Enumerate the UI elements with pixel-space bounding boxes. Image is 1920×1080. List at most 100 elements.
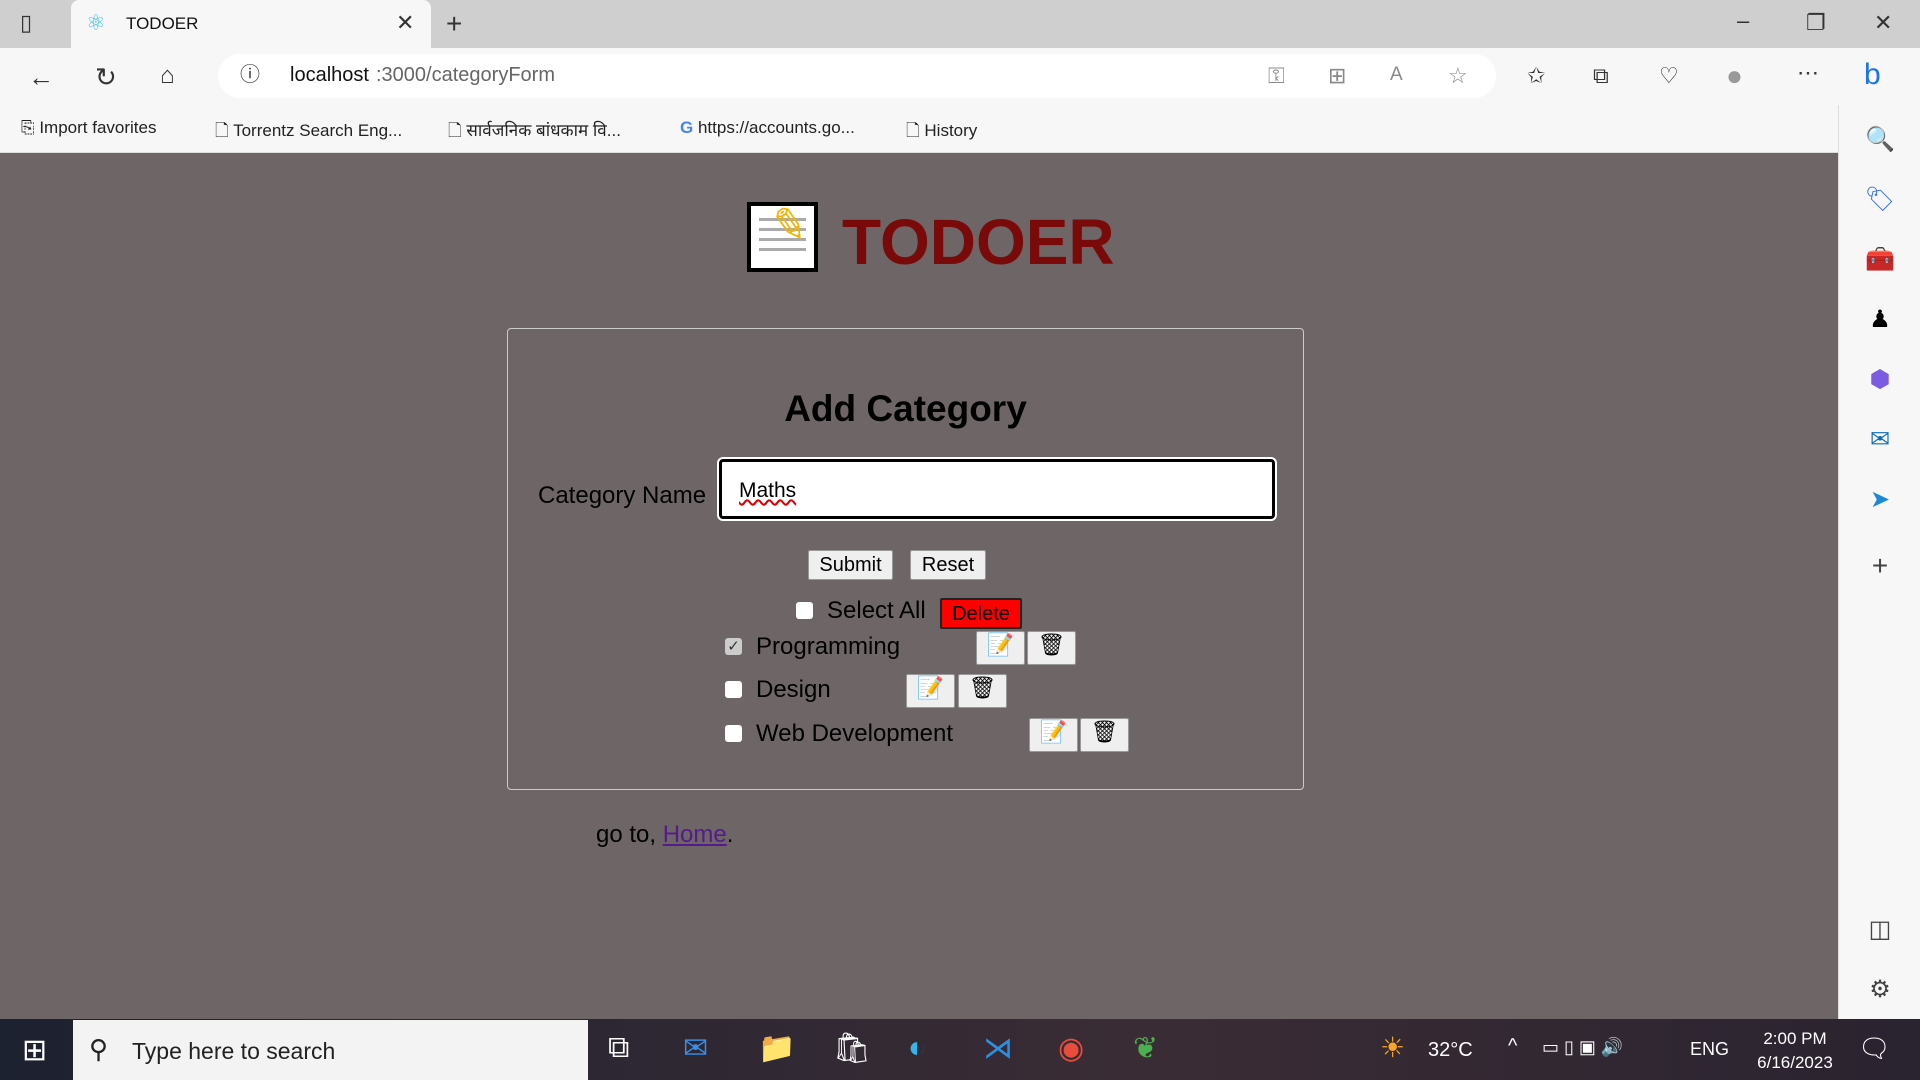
delete-selected-button[interactable]: Delete [940,598,1022,629]
clock[interactable]: 2:00 PM 6/16/2023 [1755,1027,1835,1075]
category-checkbox-web-development[interactable] [725,725,742,742]
trash-icon: 🗑 [968,675,997,700]
collections-icon[interactable]: ⧉ [1593,65,1609,87]
bookmark-history[interactable]: 🗋 History [906,118,977,147]
footer-prefix: go to, [596,821,663,848]
footer-nav: go to, Home. [596,821,733,849]
category-checkbox-design[interactable] [725,681,742,698]
category-name-label: Category Name [538,482,707,509]
select-all-checkbox[interactable] [796,602,813,619]
form-title: Add Category [784,388,1027,429]
edit-button[interactable]: 📝 [906,674,955,708]
office-icon[interactable]: ⬢ [1839,365,1920,394]
bookmark-label: https://accounts.go... [697,118,855,137]
task-view-icon[interactable]: ⧉ [608,1031,629,1065]
minimize-icon[interactable]: – [1737,10,1749,32]
bookmarks-bar: ⎘ Import favorites 🗋 Torrentz Search Eng… [0,105,1838,153]
bookmark-label: Import favorites [39,118,157,137]
tray-icons[interactable]: ▭ ▯ ▣ 🔊 [1542,1037,1623,1058]
new-tab-icon[interactable]: + [446,10,462,38]
bookmark-label: Torrentz Search Eng... [233,121,403,140]
microsoft-store-icon[interactable]: 🛍 [833,1031,871,1066]
more-icon[interactable]: ⋯ [1797,62,1819,84]
trash-icon: 🗑 [1037,632,1066,657]
read-aloud-icon[interactable]: A [1390,65,1403,84]
bookmark-google-accounts[interactable]: G https://accounts.go... [680,118,855,138]
category-name: Design [756,676,831,703]
edit-button[interactable]: 📝 [976,631,1025,665]
date: 6/16/2023 [1757,1053,1833,1072]
edge-icon[interactable]: ◐ [908,1031,926,1065]
edge-sidebar: 🔍 🏷 🧰 ♟ ⬢ ✉ ➤ + ◫ ⚙ [1838,105,1920,1019]
address-bar[interactable]: ⓘ localhost :3000/categoryForm ⚿ ⊞ A ☆ [218,54,1496,98]
trash-button[interactable]: 🗑 [1027,631,1076,665]
select-all-label: Select All [827,597,926,624]
home-link[interactable]: Home [663,821,727,848]
bookmark-label: सार्वजनिक बांधकाम वि... [466,121,621,140]
tray-chevron-icon[interactable]: ^ [1508,1035,1517,1058]
trash-button[interactable]: 🗑 [958,674,1007,708]
bookmark-torrentz[interactable]: 🗋 Torrentz Search Eng... [215,118,402,147]
chrome-icon[interactable]: ◉ [1058,1031,1084,1066]
vscode-icon[interactable]: ⋊ [983,1031,1013,1066]
back-icon[interactable]: ← [28,64,54,90]
category-name: Web Development [756,720,953,747]
notifications-icon[interactable]: 🗨 [1858,1033,1891,1064]
trash-button[interactable]: 🗑 [1080,718,1129,752]
key-icon[interactable]: ⚿ [1268,65,1285,87]
temperature: 32°C [1428,1039,1473,1061]
split-pane-icon[interactable]: ◫ [1839,915,1920,944]
shopping-tag-icon[interactable]: 🏷 [1839,185,1920,214]
category-name-input[interactable]: Maths [717,457,1277,521]
weather-icon[interactable]: ☀ [1380,1031,1405,1064]
url-host: localhost [290,64,369,86]
time: 2:00 PM [1763,1029,1827,1048]
category-checkbox-programming[interactable]: ✓ [725,638,742,655]
apps-icon[interactable]: ⊞ [1328,65,1346,87]
profile-avatar-icon[interactable]: ● [1726,62,1743,90]
search-placeholder: Type here to search [132,1038,336,1064]
add-icon[interactable]: + [1839,550,1920,582]
settings-gear-icon[interactable]: ⚙ [1839,975,1920,1004]
language-indicator[interactable]: ENG [1690,1039,1729,1060]
tools-icon[interactable]: 🧰 [1839,245,1920,274]
close-window-icon[interactable]: ✕ [1874,12,1892,34]
home-icon[interactable]: ⌂ [160,64,175,88]
send-icon[interactable]: ➤ [1839,485,1920,514]
tab-actions-icon[interactable]: ▯ [20,12,32,34]
taskbar: ⊞ ⚲ Type here to search ⧉ ✉ 📁 🛍 ◐ ⋊ ◉ ❦ … [0,1019,1920,1080]
mail-icon[interactable]: ✉ [683,1031,708,1066]
reset-button[interactable]: Reset [910,550,986,580]
mongodb-compass-icon[interactable]: ❦ [1133,1031,1158,1066]
games-icon[interactable]: ♟ [1839,305,1920,334]
outlook-icon[interactable]: ✉ [1839,425,1920,454]
favorite-star-icon[interactable]: ☆ [1448,65,1468,87]
info-icon[interactable]: ⓘ [240,65,260,85]
submit-button[interactable]: Submit [808,550,893,580]
edit-icon: 📝 [916,675,945,700]
edit-icon: 📝 [1039,719,1068,744]
trash-icon: 🗑 [1090,719,1119,744]
category-name: Programming [756,633,901,660]
health-icon[interactable]: ♡ [1659,65,1679,87]
bookmark-import-favorites[interactable]: ⎘ Import favorites [21,118,156,138]
refresh-icon[interactable]: ↻ [95,64,117,90]
tab-title: TODOER [126,14,199,33]
search-icon[interactable]: 🔍 [1839,125,1920,154]
url-path: :3000/categoryForm [376,64,555,86]
bing-icon[interactable]: b [1864,60,1881,90]
file-explorer-icon[interactable]: 📁 [758,1031,795,1066]
tab-todoer[interactable]: ⚛ TODOER ✕ [71,0,431,48]
app-title: TODOER [842,206,1115,278]
taskbar-search[interactable]: ⚲ Type here to search [73,1020,588,1080]
edit-button[interactable]: 📝 [1029,718,1078,752]
edit-icon: 📝 [986,632,1015,657]
input-value: Maths [739,479,797,502]
favorites-icon[interactable]: ✩ [1527,65,1545,87]
restore-icon[interactable]: ❐ [1806,12,1826,34]
bookmark-pwd[interactable]: 🗋 सार्वजनिक बांधकाम वि... [448,118,621,147]
bookmark-label: History [924,121,978,140]
windows-start-icon[interactable]: ⊞ [22,1033,47,1068]
toolbar: ← ↻ ⌂ ⓘ localhost :3000/categoryForm ⚿ ⊞… [0,48,1920,105]
close-tab-icon[interactable]: ✕ [396,12,414,34]
